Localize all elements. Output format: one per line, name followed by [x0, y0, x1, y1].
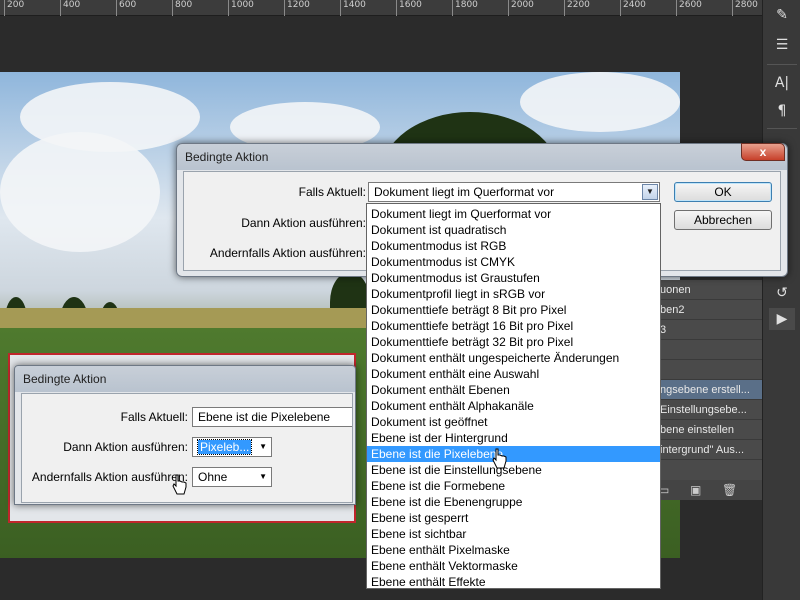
- zoomed-dialog-frame: Bedingte Aktion Falls Aktuell: Ebene ist…: [8, 353, 356, 523]
- ruler-tick-label: 1400: [340, 0, 366, 16]
- dropdown-option[interactable]: Dokumentprofil liegt in sRGB vor: [367, 286, 660, 302]
- dropdown-option[interactable]: Dokumenttiefe beträgt 16 Bit pro Pixel: [367, 318, 660, 334]
- layer-row[interactable]: ben2: [650, 300, 762, 320]
- ruler-tick-label: 2800: [732, 0, 758, 16]
- toolbar-divider: [767, 128, 797, 129]
- horizontal-ruler[interactable]: 200 400 600 800 1000 1200 1400 1600 1800 2000 2200…: [0, 0, 800, 16]
- new-layer-icon[interactable]: ▣: [690, 480, 701, 500]
- dropdown-option[interactable]: Ebene enthält Vektormaske: [367, 558, 660, 574]
- dropdown-option[interactable]: Ebene ist die Formebene: [367, 478, 660, 494]
- dropdown-option[interactable]: Ebene ist der Hintergrund: [367, 430, 660, 446]
- dropdown-option[interactable]: Dokumenttiefe beträgt 32 Bit pro Pixel: [367, 334, 660, 350]
- dialog-title: Bedingte Aktion: [23, 372, 107, 386]
- dropdown-option[interactable]: Dokument enthält eine Auswahl: [367, 366, 660, 382]
- ruler-tick-label: 2600: [676, 0, 702, 16]
- ruler-tick-label: 2000: [508, 0, 534, 16]
- toolbar-divider: [767, 64, 797, 65]
- layer-row[interactable]: [650, 360, 762, 380]
- dropdown-option[interactable]: Ebene ist gesperrt: [367, 510, 660, 526]
- then-label: Dann Aktion ausführen:: [241, 216, 366, 230]
- play-icon[interactable]: ▶: [769, 308, 795, 330]
- then-action-value: Pixeleb...: [196, 439, 253, 455]
- dropdown-option[interactable]: Dokumentmodus ist Graustufen: [367, 270, 660, 286]
- ok-button[interactable]: OK: [674, 182, 772, 202]
- paragraph-icon[interactable]: ¶: [769, 100, 795, 122]
- layer-row[interactable]: intergrund" Aus...: [650, 440, 762, 460]
- dropdown-option[interactable]: Dokumentmodus ist RGB: [367, 238, 660, 254]
- condition-select-value: Dokument liegt im Querformat vor: [374, 185, 555, 199]
- layer-row[interactable]: [650, 340, 762, 360]
- ruler-tick-label: 600: [116, 0, 136, 16]
- hand-cursor-icon: [492, 448, 507, 469]
- else-label: Andernfalls Aktion ausführen:: [31, 470, 188, 484]
- actions-icon[interactable]: ↺: [769, 282, 795, 304]
- dialog-title: Bedingte Aktion: [185, 150, 269, 164]
- ruler-tick-label: 800: [172, 0, 192, 16]
- else-action-select[interactable]: Ohne ▼: [192, 467, 272, 487]
- dropdown-option[interactable]: Dokument enthält Alphakanäle: [367, 398, 660, 414]
- brush-icon[interactable]: ✎: [769, 4, 795, 26]
- layers-footer: ▭ ▣ 🗑: [650, 480, 762, 500]
- chevron-down-icon[interactable]: ▼: [259, 468, 267, 486]
- dropdown-option[interactable]: Ebene ist die Pixelebene: [367, 446, 660, 462]
- close-button[interactable]: x: [741, 143, 785, 161]
- ruler-tick-label: 200: [4, 0, 24, 16]
- layers-panel: uonen ben2 3 ngsebene erstell... Einstellung…: [650, 280, 762, 500]
- dropdown-option[interactable]: Dokument ist geöffnet: [367, 414, 660, 430]
- dropdown-option[interactable]: Ebene ist die Ebenengruppe: [367, 494, 660, 510]
- condition-select-value: Ebene ist die Pixelebene: [198, 410, 331, 424]
- dropdown-option[interactable]: Dokumentmodus ist CMYK: [367, 254, 660, 270]
- dropdown-option[interactable]: Dokument liegt im Querformat vor: [367, 206, 660, 222]
- ruler-tick-label: 1800: [452, 0, 478, 16]
- ruler-tick-label: 400: [60, 0, 80, 16]
- dropdown-option[interactable]: Ebene ist die Einstellungsebene: [367, 462, 660, 478]
- ruler-tick-label: 1200: [284, 0, 310, 16]
- else-action-value: Ohne: [198, 470, 228, 484]
- cancel-button[interactable]: Abbrechen: [674, 210, 772, 230]
- layer-row[interactable]: 3: [650, 320, 762, 340]
- layer-row[interactable]: ngsebene erstell...: [650, 380, 762, 400]
- dropdown-option[interactable]: Dokument enthält ungespeicherte Änderung…: [367, 350, 660, 366]
- trash-icon[interactable]: 🗑: [722, 480, 737, 500]
- cloud: [0, 132, 160, 252]
- else-label: Andernfalls Aktion ausführen:: [209, 246, 366, 260]
- if-label: Falls Aktuell:: [120, 410, 188, 424]
- cloud: [520, 72, 680, 132]
- ruler-tick-label: 2400: [620, 0, 646, 16]
- ruler-tick-label: 1000: [228, 0, 254, 16]
- layer-row[interactable]: Einstellungsebe...: [650, 400, 762, 420]
- condition-dropdown-list[interactable]: Dokument liegt im Querformat vor Dokument…: [366, 203, 661, 589]
- chevron-down-icon[interactable]: ▼: [642, 184, 658, 200]
- condition-select[interactable]: Ebene ist die Pixelebene: [192, 407, 352, 427]
- character-icon[interactable]: A|: [769, 72, 795, 94]
- ruler-tick-label: 1600: [396, 0, 422, 16]
- dropdown-option[interactable]: Ebene ist sichtbar: [367, 526, 660, 542]
- then-label: Dann Aktion ausführen:: [63, 440, 188, 454]
- dropdown-option[interactable]: Dokument ist quadratisch: [367, 222, 660, 238]
- dropdown-option[interactable]: Dokument enthält Ebenen: [367, 382, 660, 398]
- layer-row[interactable]: uonen: [650, 280, 762, 300]
- condition-select[interactable]: Dokument liegt im Querformat vor ▼: [368, 182, 660, 202]
- hand-cursor-icon: [172, 474, 187, 495]
- dropdown-option[interactable]: Ebene enthält Effekte: [367, 574, 660, 590]
- dropdown-option[interactable]: Dokumenttiefe beträgt 8 Bit pro Pixel: [367, 302, 660, 318]
- right-toolbar: ✎ ☰ A| ¶ ↺ ▶: [762, 0, 800, 600]
- ruler-tick-label: 2200: [564, 0, 590, 16]
- chevron-down-icon[interactable]: ▼: [259, 438, 267, 456]
- layer-row[interactable]: bene einstellen: [650, 420, 762, 440]
- sliders-icon[interactable]: ☰: [769, 34, 795, 56]
- then-action-select[interactable]: Pixeleb... ▼: [192, 437, 272, 457]
- if-label: Falls Aktuell:: [298, 185, 366, 199]
- dropdown-option[interactable]: Ebene enthält Pixelmaske: [367, 542, 660, 558]
